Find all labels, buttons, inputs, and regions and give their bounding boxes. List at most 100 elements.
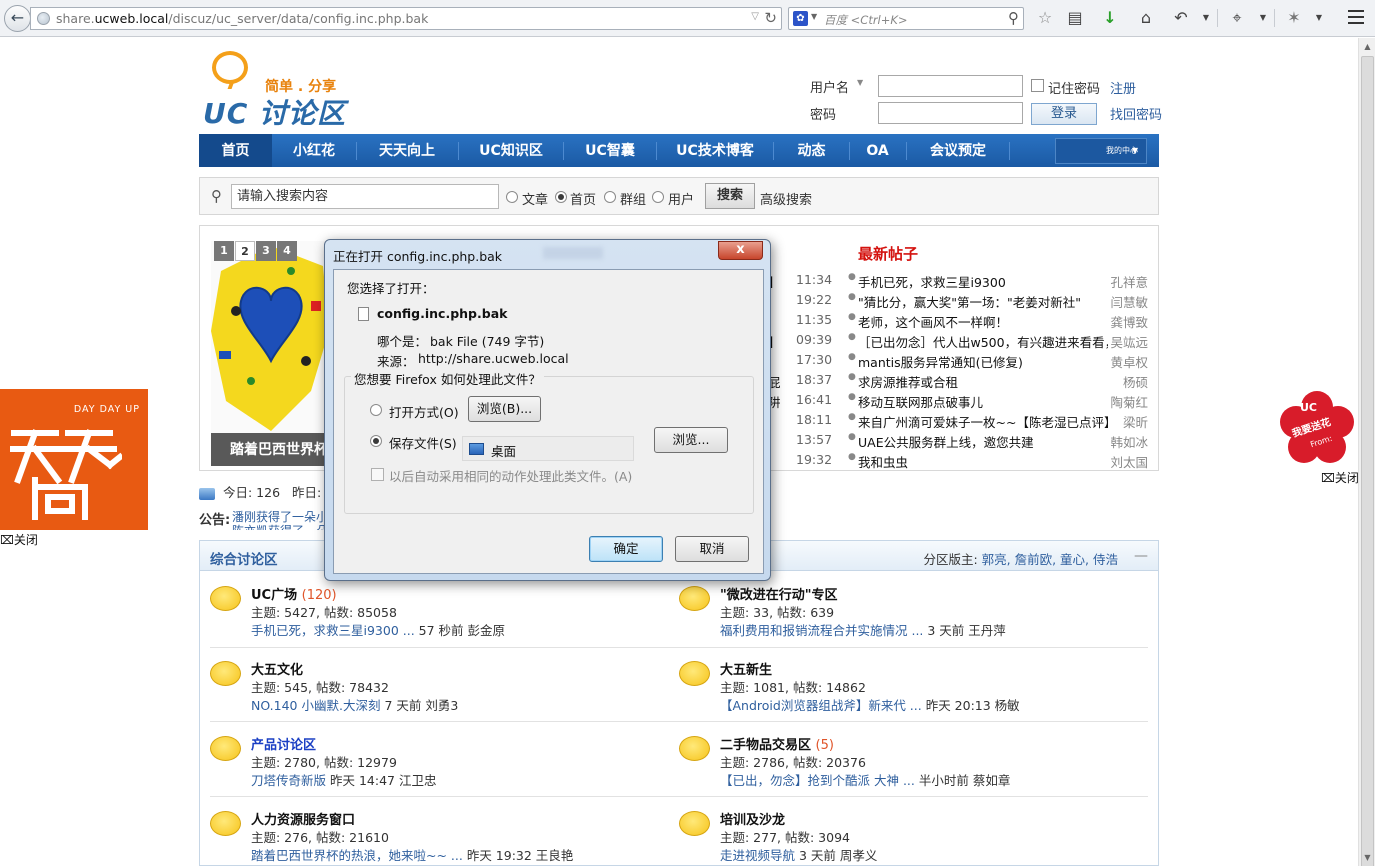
nav-item-activity[interactable]: 动态 — [774, 134, 849, 167]
post-title[interactable]: 我和虫虫 — [858, 452, 1108, 471]
radio-article[interactable] — [506, 191, 518, 203]
send-flower-float[interactable]: UC 我要送花 From: — [1278, 389, 1356, 467]
password-input[interactable] — [878, 102, 1023, 124]
forum-bubble-icon[interactable] — [679, 586, 710, 611]
latest-post-row[interactable]: 16:41 ● 移动互联网那点破事儿 陶菊红 — [776, 392, 1148, 412]
nav-item-home[interactable]: 首页 — [199, 134, 272, 167]
forum-last-post-title[interactable]: NO.140 小幽默.大深刻 — [251, 698, 380, 713]
engine-dropdown-icon[interactable]: ▼ — [811, 12, 817, 21]
download-arrow-icon[interactable]: ↓ — [1100, 7, 1120, 29]
forum-last-post-title[interactable]: 踏着巴西世界杯的热浪，她来啦~~ ... — [251, 848, 463, 863]
post-author[interactable]: 吴竑远 — [1110, 332, 1148, 351]
post-title[interactable]: UAE公共服务群上线，邀您共建 — [858, 432, 1108, 451]
vertical-scrollbar[interactable]: ▲ ▼ — [1358, 38, 1375, 866]
paw-icon[interactable]: ✿ — [793, 11, 808, 26]
forum-bubble-icon[interactable] — [679, 811, 710, 836]
undo-dropdown-icon[interactable]: ▼ — [1200, 7, 1212, 29]
slide-caption[interactable]: 踏着巴西世界杯 — [211, 433, 331, 466]
forgot-password-link[interactable]: 找回密码 — [1110, 104, 1162, 123]
bookmark-star-icon[interactable]: ☆ — [1035, 7, 1055, 29]
post-title[interactable]: ［已出勿念］代人出w500，有兴趣进来看看， — [858, 332, 1108, 351]
site-search-button[interactable]: 搜索 — [705, 183, 755, 209]
post-title[interactable]: 移动互联网那点破事儿 — [858, 392, 1108, 411]
ok-button[interactable]: 确定 — [589, 536, 663, 562]
forum-section-title[interactable]: 综合讨论区 — [210, 548, 278, 568]
forum-last-post-title[interactable]: 刀塔传奇新版 — [251, 773, 326, 788]
search-bar[interactable]: ✿ ▼ 百度 <Ctrl+K> ⚲ — [788, 7, 1024, 30]
post-author[interactable]: 龚博致 — [1110, 312, 1148, 331]
post-author[interactable]: 陶菊红 — [1110, 392, 1148, 411]
scroll-up-icon[interactable]: ▲ — [1359, 38, 1375, 55]
search-placeholder[interactable]: 百度 <Ctrl+K> — [824, 12, 908, 28]
home-icon[interactable]: ⌂ — [1136, 7, 1156, 29]
forum-bubble-icon[interactable] — [210, 586, 241, 611]
post-author[interactable]: 闫慧敏 — [1110, 292, 1148, 311]
site-search-input[interactable]: 请输入搜索内容 — [231, 184, 499, 209]
latest-post-row[interactable]: 18:11 ● 来自广州滴可爱妹子一枚~~【陈老湿已点评】 梁昕 — [776, 412, 1148, 432]
post-title[interactable]: 求房源推荐或合租 — [858, 372, 1108, 391]
post-author[interactable]: 刘太国 — [1110, 452, 1148, 471]
my-center-dropdown[interactable]: 我的中心 ▼ — [1055, 138, 1147, 164]
forum-name[interactable]: "微改进在行动"专区 — [720, 584, 838, 603]
register-link[interactable]: 注册 — [1110, 78, 1136, 97]
slide-number-1[interactable]: 1 — [214, 241, 234, 261]
latest-post-row[interactable]: 17:30 ● mantis服务异常通知(已修复) 黄卓权 — [776, 352, 1148, 372]
url-bar[interactable]: share.ucweb.local/discuz/uc_server/data/… — [30, 7, 782, 30]
nav-item-daydayup[interactable]: 天天向上 — [357, 134, 457, 167]
menu-icon[interactable] — [1343, 6, 1369, 30]
latest-post-row[interactable]: 19:22 ● "猜比分，赢大奖"第一场："老姜对新社" 闫慧敏 — [776, 292, 1148, 312]
nav-item-oa[interactable]: OA — [850, 134, 905, 167]
slide-number-3[interactable]: 3 — [256, 241, 276, 261]
post-author[interactable]: 黄卓权 — [1110, 352, 1148, 371]
auto-action-checkbox[interactable] — [371, 468, 384, 481]
forum-name[interactable]: 人力资源服务窗口 — [251, 809, 355, 828]
dialog-close-button[interactable]: x — [718, 241, 763, 260]
bug-icon[interactable]: ✶ — [1284, 7, 1304, 29]
close-right-float[interactable]: ⌧关闭 — [1321, 469, 1359, 486]
login-button[interactable]: 登录 — [1031, 103, 1097, 125]
site-logo[interactable]: 简单 . 分享 UC 讨论区 — [203, 50, 345, 130]
back-button[interactable]: ← — [4, 5, 31, 32]
forum-bubble-icon[interactable] — [210, 661, 241, 686]
forum-last-post-title[interactable]: 【Android浏览器组战斧】新来代 ... — [720, 698, 922, 713]
post-author[interactable]: 孔祥意 — [1110, 272, 1148, 291]
crop-dropdown-icon[interactable]: ▼ — [1257, 7, 1269, 29]
username-dropdown-icon[interactable]: ▼ — [857, 78, 863, 87]
post-author[interactable]: 杨硕 — [1123, 372, 1148, 391]
forum-name[interactable]: 产品讨论区 — [251, 734, 316, 753]
nav-item-flowers[interactable]: 小红花 — [272, 134, 356, 167]
forum-bubble-icon[interactable] — [679, 736, 710, 761]
latest-post-row[interactable]: 13:57 ● UAE公共服务群上线，邀您共建 韩如冰 — [776, 432, 1148, 452]
search-icon[interactable]: ⚲ — [1008, 9, 1019, 27]
nav-item-meeting[interactable]: 会议预定 — [907, 134, 1009, 167]
latest-post-row[interactable]: 19:32 ● 我和虫虫 刘太国 — [776, 452, 1148, 472]
forum-name[interactable]: UC广场 (120) — [251, 584, 337, 603]
radio-open-with[interactable] — [370, 404, 382, 416]
post-title[interactable]: mantis服务异常通知(已修复) — [858, 352, 1108, 371]
reload-icon[interactable]: ↻ — [764, 9, 777, 27]
post-title[interactable]: 手机已死，求救三星i9300 — [858, 272, 1108, 291]
post-title[interactable]: "猜比分，赢大奖"第一场："老姜对新社" — [858, 292, 1108, 311]
latest-post-row[interactable]: 09:39 ● ［已出勿念］代人出w500，有兴趣进来看看， 吴竑远 — [776, 332, 1148, 352]
crop-icon[interactable]: ⌖ — [1227, 7, 1247, 29]
nav-item-think-tank[interactable]: UC智囊 — [564, 134, 656, 167]
latest-post-row[interactable]: 18:37 ● 求房源推荐或合租 杨硕 — [776, 372, 1148, 392]
forum-name[interactable]: 培训及沙龙 — [720, 809, 785, 828]
slide-number-4[interactable]: 4 — [277, 241, 297, 261]
post-author[interactable]: 韩如冰 — [1110, 432, 1148, 451]
radio-save-file[interactable] — [370, 435, 382, 447]
url-text[interactable]: share.ucweb.local/discuz/uc_server/data/… — [56, 11, 428, 26]
reading-list-icon[interactable]: ▤ — [1066, 7, 1084, 29]
notice-line-2[interactable]: 陈亦凯获得了一朵 — [232, 522, 328, 530]
scroll-thumb[interactable] — [1361, 56, 1374, 866]
forum-last-post-title[interactable]: 走进视频导航 — [720, 848, 795, 863]
post-title[interactable]: 来自广州滴可爱妹子一枚~~【陈老湿已点评】 — [858, 412, 1108, 431]
browse-save-button[interactable]: 浏览... — [654, 427, 728, 453]
forum-last-post-title[interactable]: 福利费用和报销流程合并实施情况 ... — [720, 623, 923, 638]
forum-bubble-icon[interactable] — [210, 811, 241, 836]
forum-name[interactable]: 大五文化 — [251, 659, 303, 678]
undo-icon[interactable]: ↶ — [1171, 7, 1191, 29]
radio-home[interactable] — [555, 191, 567, 203]
forum-name[interactable]: 二手物品交易区 (5) — [720, 734, 834, 753]
daydayup-float-ad[interactable]: DAY DAY UP — [0, 389, 148, 530]
